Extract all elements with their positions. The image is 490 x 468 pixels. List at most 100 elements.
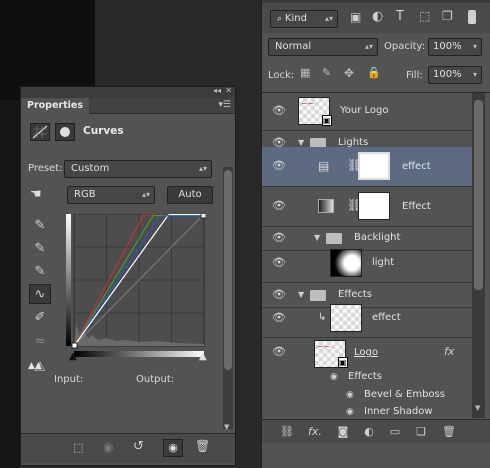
effect-item-bevel[interactable]: ◉ Bevel & Emboss xyxy=(262,387,472,405)
properties-footer: ⬚ ◉ ↺ ◉ 🗑 xyxy=(21,433,235,463)
visibility-eye-icon[interactable]: ◉ xyxy=(163,439,183,457)
edit-points-curve-icon[interactable]: ∿ xyxy=(29,284,51,304)
layer-name[interactable]: Your Logo xyxy=(340,105,389,116)
curves-graph[interactable] xyxy=(66,214,206,350)
black-point-eyedropper-icon[interactable]: ✎ xyxy=(29,216,51,236)
adjustment-curves-icon[interactable] xyxy=(30,123,50,141)
filter-kind-value: Kind xyxy=(284,13,307,24)
layer-name[interactable]: effect xyxy=(402,161,431,172)
eye-icon[interactable]: 👁 xyxy=(268,104,290,120)
filter-kind-select[interactable]: ⌕ Kind ▴▾ xyxy=(270,10,338,28)
lock-label: Lock: xyxy=(268,70,295,81)
properties-tabbar: Properties ▾☰ xyxy=(21,98,235,114)
layer-row-your-logo[interactable]: 👁 ~~ ▣ Your Logo xyxy=(262,93,472,131)
layer-mask-thumbnail xyxy=(358,152,390,180)
eye-icon[interactable]: 👁 xyxy=(268,199,290,215)
select-arrows-icon: ▴▾ xyxy=(364,42,373,51)
scroll-down-icon[interactable]: ▼ xyxy=(224,423,229,431)
background-edge xyxy=(0,100,20,468)
channel-select[interactable]: RGB ▴▾ xyxy=(67,186,155,204)
lock-pixels-icon[interactable]: ✎ xyxy=(322,66,331,79)
scrollbar-thumb[interactable] xyxy=(224,170,232,370)
new-layer-icon[interactable]: ❏ xyxy=(412,424,430,440)
layer-name[interactable]: Effects xyxy=(338,289,372,300)
layers-scrollbar-thumb[interactable] xyxy=(474,100,483,290)
effects-row[interactable]: ◉ Effects xyxy=(262,369,472,387)
auto-button[interactable]: Auto xyxy=(167,186,213,204)
filter-shape-icon[interactable]: ⬚ xyxy=(419,9,430,23)
white-point-eyedropper-icon[interactable]: ✎ xyxy=(29,262,51,282)
effect-name: Inner Shadow xyxy=(364,406,433,417)
clip-to-layer-icon[interactable]: ⬚ xyxy=(73,441,83,454)
fill-label: Fill: xyxy=(406,70,423,81)
layers-footer: ⛓ fx. ◙ ◐ ▭ ❏ 🗑 xyxy=(262,419,490,443)
gray-point-eyedropper-icon[interactable]: ✎ xyxy=(29,239,51,259)
layer-row-light[interactable]: 👁 light xyxy=(262,245,472,283)
panel-menu-icon[interactable]: ▾☰ xyxy=(218,100,231,110)
reset-icon[interactable]: ↺ xyxy=(133,439,144,454)
layer-name[interactable]: Logo xyxy=(354,347,378,358)
layer-row-effect-curves[interactable]: 👁 ▤ ⛓ effect xyxy=(262,147,472,187)
eye-icon[interactable]: ◉ xyxy=(346,407,354,417)
layer-name[interactable]: Backlight xyxy=(354,232,400,243)
expand-triangle-icon[interactable]: ▼ xyxy=(298,138,304,147)
layer-name[interactable]: Effect xyxy=(402,201,431,212)
add-style-icon[interactable]: fx. xyxy=(306,424,324,440)
new-adjustment-icon[interactable]: ◐ xyxy=(360,424,378,440)
layer-name[interactable]: effect xyxy=(372,312,401,323)
folder-icon xyxy=(326,233,342,244)
filter-type-icon[interactable]: T xyxy=(396,9,404,24)
layer-row-effect-clipped[interactable]: 👁 ↳ effect xyxy=(262,300,472,338)
expand-triangle-icon[interactable]: ▼ xyxy=(298,290,304,299)
chevron-down-icon: ▾ xyxy=(472,70,477,79)
layer-thumbnail xyxy=(330,249,362,277)
lock-transparency-icon[interactable]: ▦ xyxy=(300,66,310,79)
eye-icon[interactable]: ◉ xyxy=(330,372,338,382)
preset-select[interactable]: Custom ▴▾ xyxy=(64,160,212,178)
layer-mask-thumbnail xyxy=(358,192,390,220)
gradient-fill-icon xyxy=(318,199,334,213)
trash-icon[interactable]: 🗑 xyxy=(440,424,458,440)
properties-title-strip[interactable]: ◂◂ ✕ xyxy=(21,86,235,98)
fx-badge[interactable]: fx xyxy=(444,345,454,358)
layer-row-effect-gradient[interactable]: 👁 ⛓ Effect xyxy=(262,187,472,227)
eye-icon[interactable]: 👁 xyxy=(268,159,290,175)
lock-position-icon[interactable]: ✥ xyxy=(344,66,354,80)
view-previous-icon[interactable]: ◉ xyxy=(103,440,113,454)
filter-pixel-icon[interactable]: ▣ xyxy=(350,10,361,24)
target-adjust-hand-icon[interactable]: ☚ xyxy=(30,186,52,204)
input-gradient-bar xyxy=(74,351,204,357)
black-slider-icon[interactable]: ▲ xyxy=(69,351,77,362)
white-slider-icon[interactable]: ▲ xyxy=(199,351,207,362)
eye-icon[interactable]: 👁 xyxy=(268,345,290,361)
add-mask-icon[interactable]: ◙ xyxy=(334,424,352,440)
layer-row-logo[interactable]: 👁 ~~ ▣ Logo fx xyxy=(262,339,472,369)
opacity-input[interactable]: 100% ▾ xyxy=(428,38,482,56)
draw-curve-pencil-icon[interactable]: ✐ xyxy=(29,308,51,328)
eye-icon[interactable]: ◉ xyxy=(346,390,354,400)
smooth-curve-icon[interactable]: ≈ xyxy=(29,332,51,352)
layer-name[interactable]: light xyxy=(372,257,394,268)
scroll-down-icon[interactable]: ▼ xyxy=(475,404,480,412)
eye-icon[interactable]: 👁 xyxy=(268,256,290,272)
close-icon[interactable]: ✕ xyxy=(225,86,232,95)
blend-mode-select[interactable]: Normal ▴▾ xyxy=(268,38,378,56)
mask-icon[interactable] xyxy=(55,123,75,141)
select-arrows-icon: ▴▾ xyxy=(324,14,333,23)
fill-value: 100% xyxy=(433,69,462,80)
new-group-icon[interactable]: ▭ xyxy=(386,424,404,440)
filter-bar: ⌕ Kind ▴▾ ▣ ◐ T ⬚ ❐ xyxy=(262,3,490,33)
effect-item-inner-shadow[interactable]: ◉ Inner Shadow xyxy=(262,405,472,419)
properties-scrollbar[interactable] xyxy=(223,167,233,429)
tab-properties[interactable]: Properties xyxy=(21,98,89,114)
expand-triangle-icon[interactable]: ▼ xyxy=(314,233,320,242)
filter-adjustment-icon[interactable]: ◐ xyxy=(372,9,383,24)
collapse-icon[interactable]: ◂◂ xyxy=(213,86,221,95)
link-layers-icon[interactable]: ⛓ xyxy=(278,424,296,440)
filter-toggle-icon[interactable] xyxy=(468,10,476,24)
fill-input[interactable]: 100% ▾ xyxy=(428,66,482,84)
lock-all-icon[interactable]: 🔒 xyxy=(367,66,381,79)
trash-icon[interactable]: 🗑 xyxy=(195,439,210,453)
eye-icon[interactable]: 👁 xyxy=(268,311,290,327)
filter-smart-object-icon[interactable]: ❐ xyxy=(442,9,453,23)
